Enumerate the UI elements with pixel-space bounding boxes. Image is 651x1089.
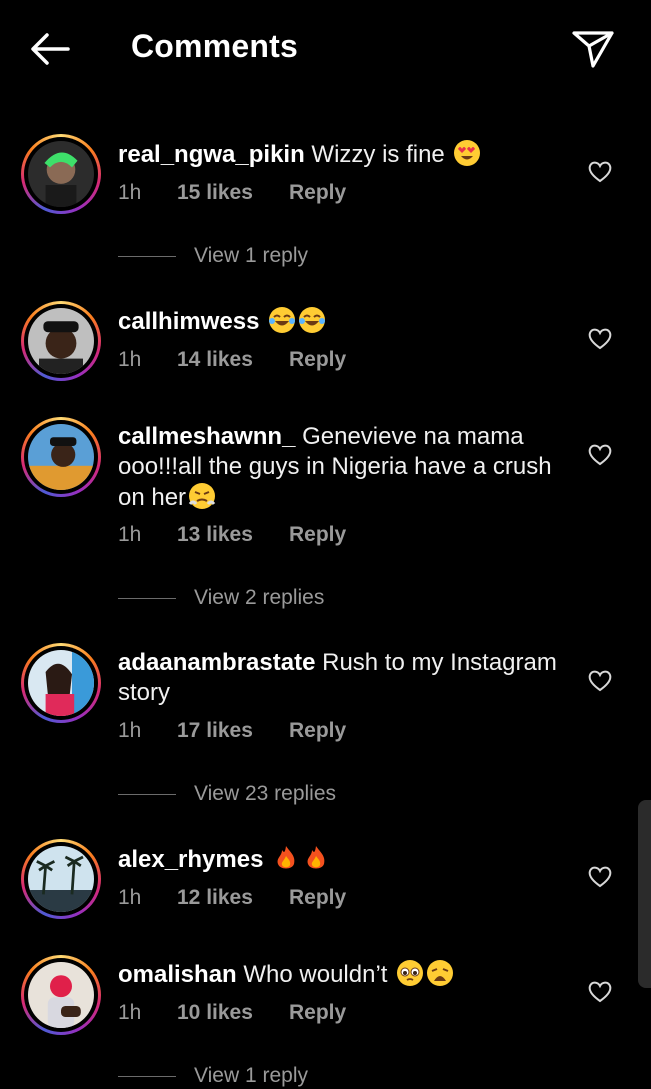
comment-username[interactable]: omalishan xyxy=(118,961,237,988)
arrow-left-icon[interactable] xyxy=(28,30,72,68)
weary-face-emoji xyxy=(427,960,454,986)
heart-icon[interactable] xyxy=(587,980,613,1004)
reply-button[interactable]: Reply xyxy=(289,181,346,205)
view-replies-label: View 1 reply xyxy=(194,244,309,267)
comment-text: alex_rhymes xyxy=(118,844,578,875)
tears-of-joy-emoji xyxy=(299,307,326,333)
comment-meta: 1h 15 likes Reply xyxy=(118,181,346,205)
heart-eyes-emoji xyxy=(454,140,481,166)
reply-button[interactable]: Reply xyxy=(289,523,346,547)
comment-time: 1h xyxy=(118,1001,142,1024)
comment-meta: 1h 10 likes Reply xyxy=(118,1001,346,1025)
comment-likes[interactable]: 14 likes xyxy=(177,348,289,372)
comment-body: Who wouldn’t xyxy=(243,961,388,988)
heart-icon[interactable] xyxy=(587,160,613,184)
comment-username[interactable]: callhimwess xyxy=(118,308,259,335)
comment-time: 1h xyxy=(118,719,142,742)
comment-likes[interactable]: 15 likes xyxy=(177,181,289,205)
comment-username[interactable]: callmeshawnn_ xyxy=(118,423,295,450)
comment-likes[interactable]: 13 likes xyxy=(177,523,289,547)
view-replies-button[interactable]: View 23 replies xyxy=(118,782,336,806)
view-replies-button[interactable]: View 2 replies xyxy=(118,586,324,610)
view-replies-button[interactable]: View 1 reply xyxy=(118,1064,308,1088)
avatar[interactable] xyxy=(21,839,101,919)
reply-button[interactable]: Reply xyxy=(289,348,346,372)
avatar[interactable] xyxy=(21,955,101,1035)
divider-line xyxy=(118,255,176,257)
view-replies-label: View 2 replies xyxy=(194,586,325,609)
page-title: Comments xyxy=(131,28,298,64)
pleading-face-emoji xyxy=(397,960,424,986)
reply-button[interactable]: Reply xyxy=(289,719,346,743)
heart-icon[interactable] xyxy=(587,669,613,693)
comment-meta: 1h 14 likes Reply xyxy=(118,348,346,372)
comment-time: 1h xyxy=(118,886,142,909)
view-replies-label: View 1 reply xyxy=(194,1064,309,1087)
comment-likes[interactable]: 17 likes xyxy=(177,719,289,743)
comment-text: callmeshawnn_ Genevieve na mama ooo!!!al… xyxy=(118,422,578,513)
divider-line xyxy=(118,793,176,795)
reply-button[interactable]: Reply xyxy=(289,886,346,910)
fire-emoji xyxy=(307,846,325,869)
reply-button[interactable]: Reply xyxy=(289,1001,346,1025)
avatar[interactable] xyxy=(21,301,101,381)
avatar[interactable] xyxy=(21,417,101,497)
header-bar: Comments xyxy=(0,0,651,100)
comment-text: omalishan Who wouldn’t xyxy=(118,959,578,990)
avatar[interactable] xyxy=(21,134,101,214)
divider-line xyxy=(118,1075,176,1077)
comment-body: Wizzy is fine xyxy=(311,141,445,168)
comment-username[interactable]: adaanambrastate xyxy=(118,649,315,676)
scrollbar[interactable] xyxy=(638,800,651,988)
comment-username[interactable]: real_ngwa_pikin xyxy=(118,141,305,168)
comment-time: 1h xyxy=(118,348,142,371)
comment-meta: 1h 12 likes Reply xyxy=(118,886,346,910)
heart-icon[interactable] xyxy=(587,443,613,467)
comment-likes[interactable]: 12 likes xyxy=(177,886,289,910)
heart-icon[interactable] xyxy=(587,865,613,889)
comment-time: 1h xyxy=(118,523,142,546)
comment-time: 1h xyxy=(118,181,142,204)
comment-text: callhimwess xyxy=(118,306,578,337)
view-replies-button[interactable]: View 1 reply xyxy=(118,244,308,268)
avatar[interactable] xyxy=(21,643,101,723)
comment-username[interactable]: alex_rhymes xyxy=(118,846,263,873)
divider-line xyxy=(118,597,176,599)
comment-meta: 1h 13 likes Reply xyxy=(118,523,346,547)
comment-text: real_ngwa_pikin Wizzy is fine xyxy=(118,139,578,170)
comment-text: adaanambrastate Rush to my Instagram sto… xyxy=(118,648,578,708)
heart-icon[interactable] xyxy=(587,327,613,351)
fire-emoji xyxy=(277,846,295,869)
steam-from-nose-emoji xyxy=(188,483,216,509)
comment-meta: 1h 17 likes Reply xyxy=(118,719,346,743)
comment-likes[interactable]: 10 likes xyxy=(177,1001,289,1025)
view-replies-label: View 23 replies xyxy=(194,782,337,805)
send-icon[interactable] xyxy=(570,28,616,70)
tears-of-joy-emoji xyxy=(269,307,296,333)
